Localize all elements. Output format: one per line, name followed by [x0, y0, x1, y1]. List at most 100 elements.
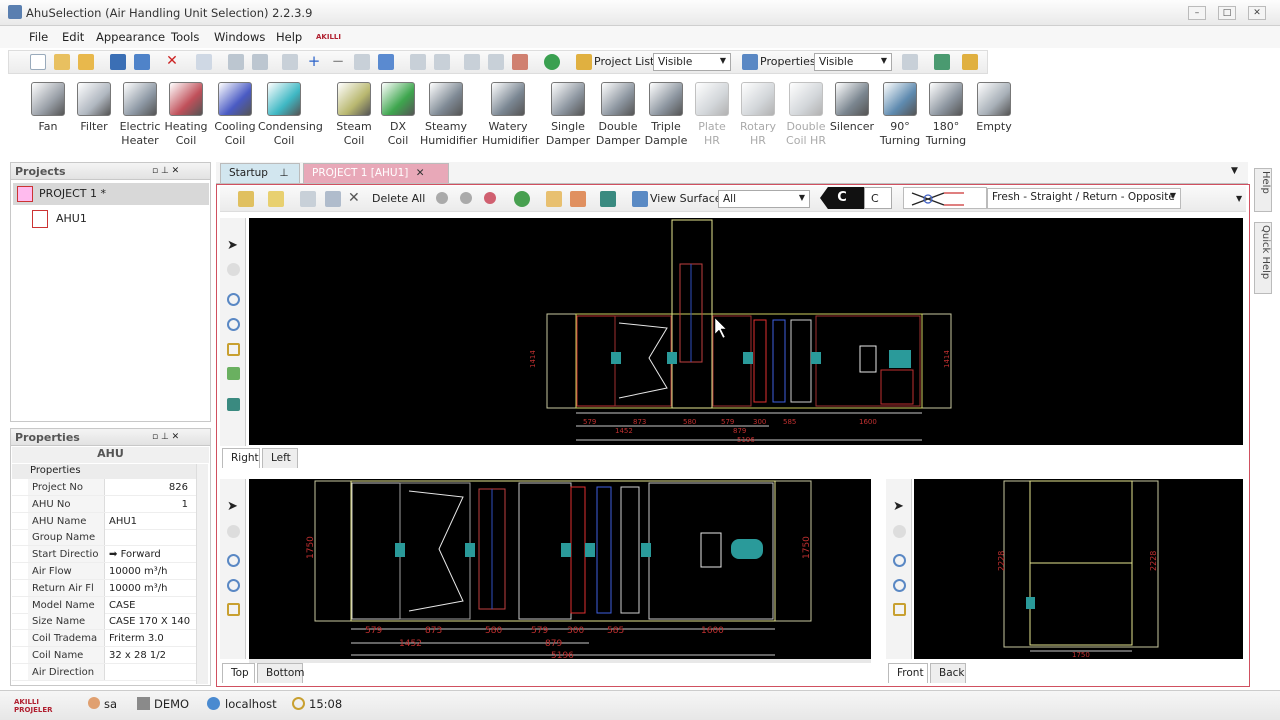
property-value[interactable]: 826: [104, 479, 192, 495]
zoom-in-icon[interactable]: [227, 293, 240, 306]
property-value[interactable]: ➡ Forward: [104, 546, 192, 563]
top-view-hscroll[interactable]: [249, 659, 871, 663]
property-value[interactable]: [104, 663, 192, 680]
palette-item[interactable]: Double Damper: [592, 80, 644, 148]
pointer-icon[interactable]: ➤: [227, 500, 240, 513]
property-value[interactable]: Friterm 3.0: [104, 630, 192, 647]
zoom-in-icon[interactable]: [893, 554, 906, 567]
tree-item-ahu[interactable]: AHU1: [30, 208, 150, 230]
help-tab[interactable]: Help: [1254, 168, 1272, 212]
tool-m-icon[interactable]: [325, 191, 341, 207]
delete-all-icon[interactable]: ✕: [348, 190, 360, 206]
palette-item[interactable]: Steamy Humidifier: [420, 80, 477, 148]
tool-f-icon[interactable]: [464, 54, 480, 70]
palette-item[interactable]: Silencer: [826, 80, 878, 134]
zoom-in-icon[interactable]: [227, 554, 240, 567]
menu-windows[interactable]: Windows: [214, 30, 265, 44]
delete-icon[interactable]: ✕: [164, 54, 180, 70]
property-value[interactable]: 1: [104, 495, 192, 512]
property-value[interactable]: 10000 m³/h: [104, 579, 192, 596]
tool-j-icon[interactable]: [962, 54, 978, 70]
tool-h-icon[interactable]: [512, 54, 528, 70]
property-row[interactable]: Group Name: [12, 529, 196, 547]
property-row[interactable]: AHU Name AHU1: [12, 512, 196, 530]
tab-right[interactable]: Right: [222, 448, 260, 468]
fit-view-icon[interactable]: [227, 343, 240, 356]
refresh-icon[interactable]: [514, 191, 530, 207]
remove-icon[interactable]: −: [330, 54, 346, 70]
palette-item[interactable]: Single Damper: [542, 80, 594, 148]
palette-item[interactable]: Condensing Coil: [258, 80, 323, 148]
palette-item[interactable]: Empty: [968, 80, 1020, 134]
hand-icon[interactable]: [227, 263, 240, 276]
c-value-field[interactable]: C: [864, 187, 892, 209]
property-row[interactable]: Return Air Fl 10000 m³/h: [12, 579, 196, 597]
menu-help[interactable]: Help: [276, 30, 302, 44]
zoom-out-icon[interactable]: [227, 318, 240, 331]
close-icon[interactable]: ✕: [416, 167, 425, 179]
palette-item[interactable]: Rotary HR: [732, 80, 784, 148]
save-all-icon[interactable]: [134, 54, 150, 70]
tab-front[interactable]: Front: [888, 663, 928, 683]
zoom-out-icon[interactable]: [893, 579, 906, 592]
open-folder-icon[interactable]: [78, 54, 94, 70]
tabs-dropdown-icon[interactable]: ▼: [1231, 166, 1238, 176]
panel-pin-icon[interactable]: ▫ ⊥ ✕: [152, 166, 179, 176]
property-value[interactable]: CASE: [104, 596, 192, 613]
tab-bottom[interactable]: Bottom: [257, 663, 305, 683]
tool-a-icon[interactable]: [228, 54, 244, 70]
hand-icon[interactable]: [227, 525, 240, 538]
zoom-out-icon[interactable]: [227, 579, 240, 592]
sort-up-icon[interactable]: [410, 54, 426, 70]
pointer-icon[interactable]: ➤: [893, 500, 906, 513]
menu-edit[interactable]: Edit: [62, 30, 84, 44]
property-row[interactable]: Project No 826: [12, 479, 196, 496]
palette-item[interactable]: Triple Dample: [640, 80, 692, 148]
palette-item[interactable]: Heating Coil: [160, 80, 212, 148]
tool-k-icon[interactable]: [238, 191, 254, 207]
palette-item[interactable]: Cooling Coil: [209, 80, 261, 148]
property-row[interactable]: Start Directio ➡ Forward: [12, 546, 196, 564]
menu-appearance[interactable]: Appearance: [96, 30, 165, 44]
open-icon[interactable]: [54, 54, 70, 70]
menu-file[interactable]: File: [29, 30, 48, 44]
property-value[interactable]: 10000 m³/h: [104, 563, 192, 579]
properties-scrollbar[interactable]: [196, 464, 208, 684]
tool-n-icon[interactable]: [546, 191, 562, 207]
circle-a-icon[interactable]: [436, 192, 448, 204]
tool-i-icon[interactable]: [902, 54, 918, 70]
tool-o-icon[interactable]: [570, 191, 586, 207]
pointer-icon[interactable]: ➤: [227, 239, 240, 252]
palette-item[interactable]: 90° Turning: [874, 80, 926, 148]
property-row[interactable]: Coil Tradema Friterm 3.0: [12, 630, 196, 648]
tool-c-icon[interactable]: [282, 54, 298, 70]
palette-item[interactable]: 180° Turning: [920, 80, 972, 148]
side-view-canvas[interactable]: 579 873 580 579 300 585 1600 1452 879 51…: [249, 218, 1243, 445]
property-row[interactable]: AHU No 1: [12, 495, 196, 513]
property-row[interactable]: Coil Name 32 x 28 1/2: [12, 647, 196, 664]
tool-l-icon[interactable]: [300, 191, 316, 207]
minimize-button[interactable]: –: [1188, 6, 1206, 20]
property-value[interactable]: 32 x 28 1/2: [104, 647, 192, 663]
property-value[interactable]: [104, 529, 192, 546]
maximize-button[interactable]: □: [1218, 6, 1236, 20]
properties-select[interactable]: Visible ▼: [814, 53, 892, 71]
top-view-canvas[interactable]: 579 873 580 579 300 585 1600 1452 879 51…: [249, 479, 871, 661]
hand-icon[interactable]: [893, 525, 906, 538]
tool-g-icon[interactable]: [488, 54, 504, 70]
palette-item[interactable]: Electric Heater: [114, 80, 166, 148]
c-tag[interactable]: C: [820, 187, 864, 209]
panel-pin-icon[interactable]: ▫ ⊥ ✕: [152, 432, 179, 442]
property-value[interactable]: CASE 170 X 140: [104, 613, 192, 630]
circle-b-icon[interactable]: [460, 192, 472, 204]
palette-item[interactable]: Watery Humidifier: [482, 80, 539, 148]
palette-item[interactable]: Filter: [68, 80, 120, 134]
tab-top[interactable]: Top: [222, 663, 255, 683]
quick-help-tab[interactable]: Quick Help: [1254, 222, 1272, 294]
property-row[interactable]: Air Flow 10000 m³/h: [12, 563, 196, 580]
tree-item-project[interactable]: PROJECT 1 *: [13, 183, 209, 205]
front-view-canvas[interactable]: 2228 2228 1750: [914, 479, 1243, 659]
zoom-extent-icon[interactable]: [227, 367, 240, 380]
tab-back[interactable]: Back: [930, 663, 966, 683]
tab-startup[interactable]: Startup ⊥: [220, 163, 300, 183]
